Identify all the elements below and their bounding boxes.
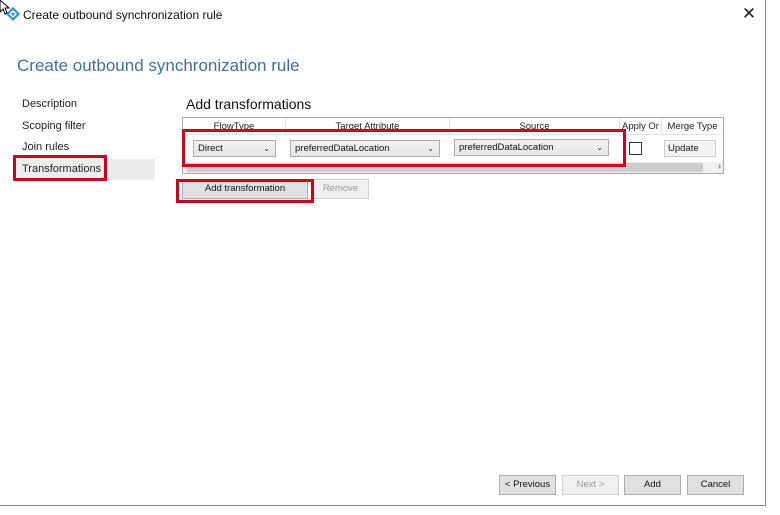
flowtype-dropdown[interactable]: Direct ⌄ bbox=[193, 140, 276, 157]
dialog-window: Create outbound synchronization rule ✕ C… bbox=[0, 0, 766, 506]
scroll-left-icon[interactable]: ‹ bbox=[183, 161, 186, 171]
transformations-grid: FlowType Target Attribute Source Apply O… bbox=[182, 117, 724, 174]
source-value: preferredDataLocation bbox=[459, 142, 554, 153]
target-attribute-dropdown[interactable]: preferredDataLocation ⌄ bbox=[290, 140, 440, 157]
nav-item-label: Description bbox=[22, 98, 78, 110]
nav-item-label: Scoping filter bbox=[22, 119, 86, 132]
nav-item-scoping-filter[interactable]: Scoping filter bbox=[13, 116, 155, 137]
nav-item-description[interactable]: Description bbox=[13, 94, 155, 115]
column-header-flowtype[interactable]: FlowType bbox=[183, 121, 285, 132]
next-button[interactable]: Next > bbox=[562, 475, 619, 495]
nav-item-label: Transformations bbox=[22, 162, 102, 175]
scrollbar-thumb[interactable] bbox=[187, 163, 703, 172]
grid-header: FlowType Target Attribute Source Apply O… bbox=[183, 118, 723, 135]
title-bar: Create outbound synchronization rule ✕ bbox=[0, 0, 766, 28]
window-title: Create outbound synchronization rule bbox=[23, 8, 223, 22]
source-dropdown[interactable]: preferredDataLocation ⌄ bbox=[454, 139, 609, 156]
remove-button[interactable]: Remove bbox=[312, 179, 369, 199]
add-button[interactable]: Add bbox=[624, 475, 681, 495]
section-title: Add transformations bbox=[186, 96, 312, 112]
target-attribute-value: preferredDataLocation bbox=[295, 143, 390, 154]
chevron-down-icon: ⌄ bbox=[263, 144, 270, 153]
horizontal-scrollbar[interactable]: ‹ › bbox=[183, 161, 723, 173]
chevron-down-icon: ⌄ bbox=[596, 143, 603, 152]
page-title: Create outbound synchronization rule bbox=[17, 56, 300, 75]
apply-once-checkbox[interactable] bbox=[629, 142, 642, 155]
add-transformation-button[interactable]: Add transformation bbox=[182, 179, 308, 199]
nav-item-join-rules[interactable]: Join rules bbox=[13, 137, 155, 158]
column-header-source[interactable]: Source bbox=[450, 121, 619, 132]
column-header-merge-type[interactable]: Merge Type bbox=[662, 121, 723, 132]
nav-item-label: Join rules bbox=[22, 141, 70, 153]
nav-item-transformations[interactable]: Transformations bbox=[13, 158, 155, 180]
close-icon: ✕ bbox=[741, 4, 757, 23]
scroll-right-icon[interactable]: › bbox=[718, 161, 721, 171]
cancel-button[interactable]: Cancel bbox=[687, 475, 744, 495]
close-button[interactable]: ✕ bbox=[738, 3, 760, 25]
column-header-apply-once[interactable]: Apply Or bbox=[620, 121, 661, 132]
wizard-nav: Description Scoping filter Join rules Tr… bbox=[13, 94, 155, 180]
previous-button[interactable]: < Previous bbox=[499, 475, 556, 495]
merge-type-dropdown[interactable]: Update bbox=[664, 140, 716, 157]
mouse-pointer-icon bbox=[0, 0, 11, 15]
column-header-target-attribute[interactable]: Target Attribute bbox=[286, 121, 449, 132]
chevron-down-icon: ⌄ bbox=[427, 144, 434, 153]
merge-type-value: Update bbox=[668, 143, 699, 154]
flowtype-value: Direct bbox=[198, 143, 223, 154]
